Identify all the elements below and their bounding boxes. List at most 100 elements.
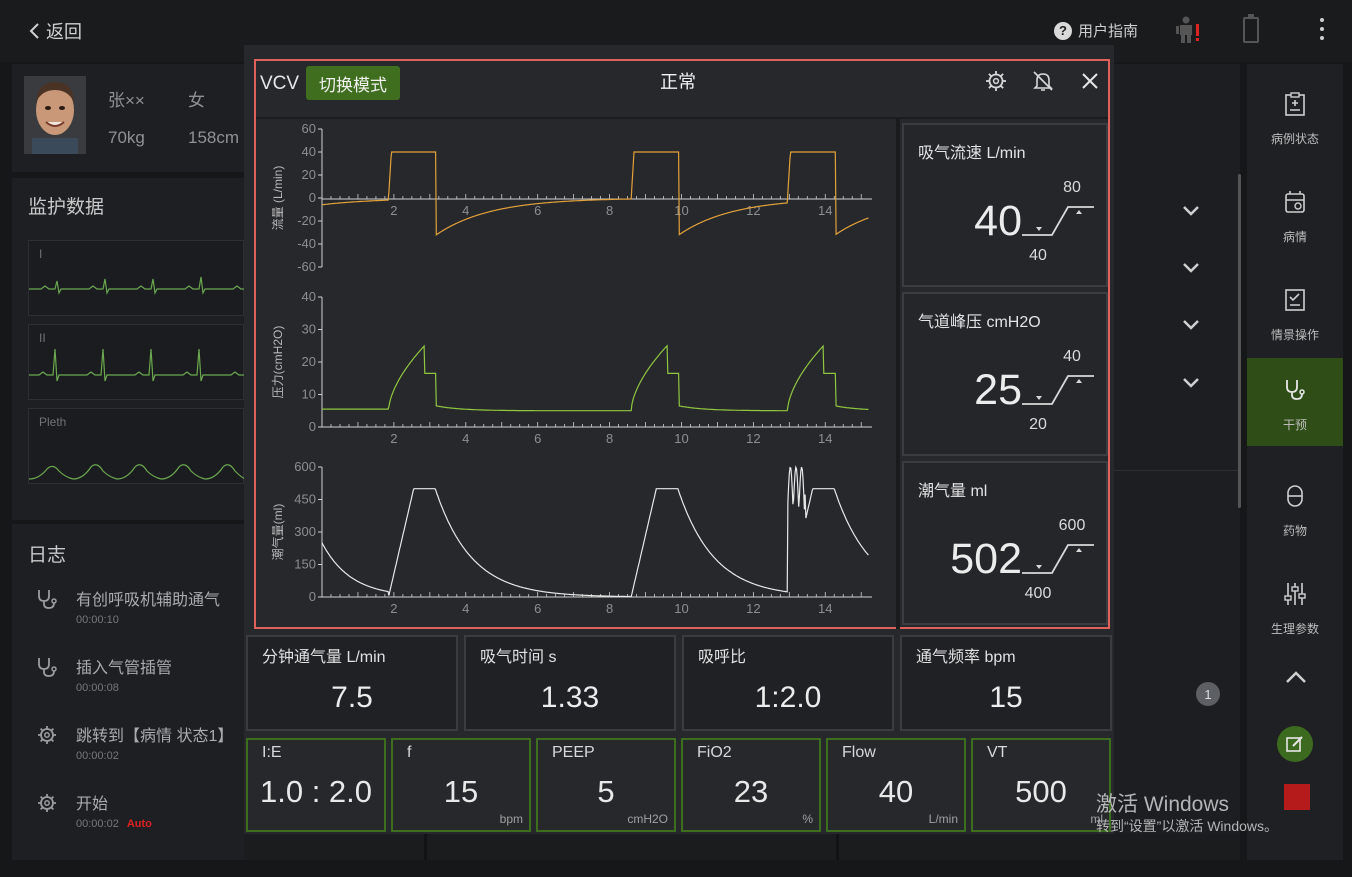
gear-icon (38, 726, 56, 744)
setting-vt[interactable]: VT 500 ml (971, 738, 1111, 832)
chevron-down-icon[interactable] (1182, 262, 1200, 274)
alarm-high: 40 (1063, 348, 1081, 365)
chevron-down-icon[interactable] (1182, 377, 1200, 389)
scrollbar[interactable] (1238, 174, 1241, 508)
y-tick-label: -60 (297, 259, 316, 274)
help-icon: ? (1054, 21, 1072, 40)
divider (836, 834, 839, 860)
mode-label: VCV (260, 73, 300, 94)
setting-name: f (407, 744, 412, 761)
y-tick-label: -40 (297, 236, 316, 251)
background-right-panel (1114, 64, 1240, 860)
pressure-waveform (322, 344, 869, 412)
waveform-axis: 60 40 20 0 -20 -40 -60 2 4 6 8 10 12 14 流量 (L/min) (271, 121, 872, 274)
stethoscope-icon (38, 590, 57, 609)
alarm-mute-icon[interactable] (1031, 69, 1055, 93)
alarm-range-icon (1022, 544, 1094, 574)
x-tick-label: 8 (606, 203, 613, 218)
sliders-icon (1284, 583, 1306, 605)
x-tick-label: 4 (462, 203, 469, 218)
waveform-chart: 6040200-20-40-602 4 6 8 10 12 14流量 (L/min)4030… (270, 121, 872, 616)
setting-name: FiO2 (697, 744, 732, 761)
setting-fio2[interactable]: FiO2 23 % (681, 738, 821, 832)
measurement-value: 25 (974, 366, 1022, 414)
measurement-value: 502 (950, 535, 1022, 583)
setting-name: VT (987, 744, 1008, 761)
measurement-value: 40 (974, 197, 1022, 245)
measurement-tidal-volume: 潮气量 ml 600 502 400 (902, 461, 1108, 625)
capsule-icon (1287, 485, 1303, 507)
log-title: 日志 (28, 545, 67, 566)
chevron-down-icon[interactable] (1182, 205, 1200, 217)
back-button[interactable]: 返回 (28, 18, 82, 44)
measurement-label: 潮气量 ml (918, 483, 988, 500)
stethoscope-icon (1286, 380, 1305, 400)
sidebar-item-condition[interactable]: 病情 (1247, 170, 1343, 258)
x-tick-label: 4 (462, 431, 469, 446)
sidebar-label: 干预 (1282, 418, 1307, 432)
activation-watermark-text: 转到“设置”以激活 Windows。 (1096, 818, 1279, 834)
setting-unit: % (802, 812, 813, 826)
y-tick-label: 60 (302, 121, 316, 136)
stat-ie-ratio: 吸呼比 1:2.0 (682, 635, 894, 731)
back-label: 返回 (46, 22, 82, 42)
setting-name: I:E (262, 744, 282, 761)
alarm-range-icon (1022, 206, 1094, 236)
sidebar-item-case-status[interactable]: 病例状态 (1247, 72, 1343, 160)
sidebar-item-intervention[interactable]: 干预 (1247, 358, 1343, 446)
more-vertical-icon[interactable] (1320, 18, 1324, 45)
log-time: 00:00:02 Auto (76, 818, 152, 830)
ecg-lead-i: I (28, 240, 245, 316)
edit-button[interactable] (1277, 726, 1313, 762)
switch-mode-button[interactable]: 切换模式 (306, 66, 400, 100)
stethoscope-icon (38, 658, 57, 677)
lead-label: II (39, 331, 46, 345)
chevron-up-icon[interactable] (1285, 670, 1307, 684)
x-tick-label: 4 (462, 601, 469, 616)
stat-respiratory-rate: 通气频率 bpm 15 (900, 635, 1112, 731)
setting-flow[interactable]: Flow 40 L/min (826, 738, 966, 832)
sidebar-label: 药物 (1282, 524, 1307, 538)
chevron-down-icon[interactable] (1182, 319, 1200, 331)
battery-icon (1243, 14, 1259, 43)
sidebar-item-drugs[interactable]: 药物 (1247, 464, 1343, 552)
monitor-panel: 监护数据 I II Pleth (12, 178, 246, 520)
gear-icon[interactable] (984, 69, 1008, 93)
ventilator-display: VCV 切换模式 正常 60 40 20 0 -20 -40 -60 2 4 6 8 10 12 14 流量… (254, 59, 1110, 629)
close-icon[interactable] (1078, 69, 1102, 93)
log-time-value: 00:00:02 (76, 818, 119, 830)
clipboard-plus-icon (1285, 92, 1305, 116)
waveform-axis: 600 450 300 150 0 2 4 6 8 10 12 14 潮气量(ml) (270, 459, 872, 616)
monitor-case-icon (1285, 191, 1305, 213)
patient-gender: 女 (188, 91, 205, 110)
x-tick-label: 8 (606, 431, 613, 446)
y-tick-label: 300 (294, 524, 316, 539)
x-tick-label: 6 (534, 601, 541, 616)
x-tick-label: 14 (818, 431, 832, 446)
measurement-inspiratory-flow: 吸气流速 L/min 80 40 40 (902, 123, 1108, 287)
sidebar-item-physiology[interactable]: 生理参数 (1247, 562, 1343, 650)
waveform-area: 60 40 20 0 -20 -40 -60 2 4 6 8 10 12 14 流量 (L/min) 40 30… (256, 119, 896, 627)
y-tick-label: 600 (294, 459, 316, 474)
setting-f[interactable]: f 15 bpm (391, 738, 531, 832)
right-sidebar: 病例状态 病情 情景操作 干预 药物 生理参数 (1247, 64, 1343, 860)
log-time: 00:00:02 (76, 750, 119, 762)
y-tick-label: 150 (294, 557, 316, 572)
sidebar-label: 生理参数 (1270, 622, 1319, 636)
setting-ie[interactable]: I:E 1.0 : 2.0 (246, 738, 386, 832)
y-tick-label: 0 (309, 419, 316, 434)
alarm-low: 400 (1024, 585, 1052, 602)
divider (1114, 470, 1240, 471)
setting-value: 23 (733, 774, 769, 809)
stat-label: 吸呼比 (698, 649, 747, 666)
setting-value: 1.0 : 2.0 (259, 774, 373, 809)
ventilator-dialog: VCV 切换模式 正常 60 40 20 0 -20 -40 -60 2 4 6 8 10 12 14 流量… (244, 45, 1114, 834)
user-guide-button[interactable]: ? 用户指南 (1054, 20, 1138, 41)
setting-peep[interactable]: PEEP 5 cmH2O (536, 738, 676, 832)
x-tick-label: 6 (534, 431, 541, 446)
setting-value: 15 (443, 774, 479, 809)
sidebar-item-scenario[interactable]: 情景操作 (1247, 268, 1343, 356)
stat-value: 1.33 (540, 681, 600, 714)
stop-button[interactable] (1284, 784, 1310, 810)
person-alert-icon[interactable] (1176, 16, 1200, 44)
